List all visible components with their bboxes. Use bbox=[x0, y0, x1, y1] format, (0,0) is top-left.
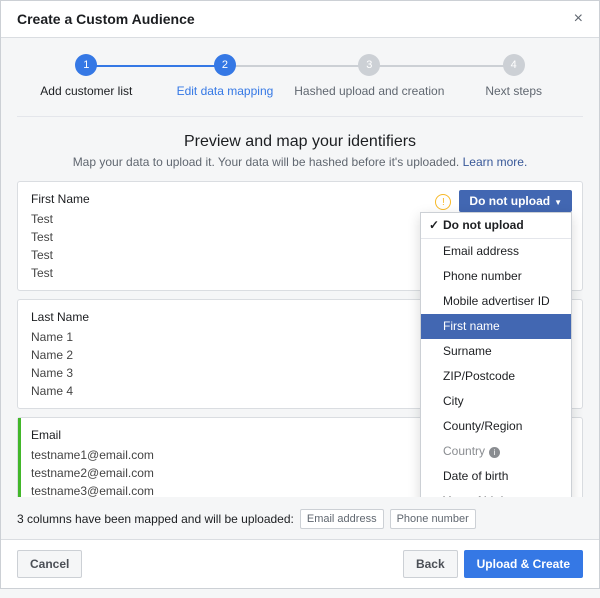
caret-down-icon: ▼ bbox=[554, 198, 562, 207]
step-bubble: 1 bbox=[75, 54, 97, 76]
learn-more-link[interactable]: Learn more. bbox=[463, 155, 528, 169]
preview-value: Test bbox=[31, 264, 415, 282]
footer-right: Back Upload & Create bbox=[403, 550, 583, 578]
step-4[interactable]: 4 Next steps bbox=[444, 54, 583, 98]
cancel-button[interactable]: Cancel bbox=[17, 550, 82, 578]
menu-item[interactable]: Mobile advertiser ID bbox=[421, 289, 571, 314]
menu-item-do-not-upload[interactable]: Do not upload bbox=[421, 213, 571, 238]
menu-item[interactable]: County/Region bbox=[421, 414, 571, 439]
menu-item[interactable]: Email address bbox=[421, 239, 571, 264]
mapped-chip: Phone number bbox=[390, 509, 476, 529]
step-3[interactable]: 3 Hashed upload and creation bbox=[294, 54, 444, 98]
step-bubble: 2 bbox=[214, 54, 236, 76]
step-bubble: 4 bbox=[503, 54, 525, 76]
menu-item[interactable]: Year of birth bbox=[421, 489, 571, 497]
menu-item-country-header: Countryi bbox=[421, 439, 571, 464]
summary-text: 3 columns have been mapped and will be u… bbox=[17, 512, 294, 526]
modal-footer: Cancel Back Upload & Create bbox=[1, 539, 599, 588]
menu-item[interactable]: Phone number bbox=[421, 264, 571, 289]
step-bubble: 3 bbox=[358, 54, 380, 76]
preview-value: Test bbox=[31, 246, 415, 264]
mapped-chip: Email address bbox=[300, 509, 384, 529]
modal: Create a Custom Audience × 1 Add custome… bbox=[0, 0, 600, 589]
identifier-dropdown-menu: Do not upload Email address Phone number… bbox=[420, 212, 572, 497]
back-button[interactable]: Back bbox=[403, 550, 458, 578]
modal-title: Create a Custom Audience bbox=[17, 11, 195, 27]
menu-item[interactable]: ZIP/Postcode bbox=[421, 364, 571, 389]
warning-icon: ! bbox=[435, 194, 451, 210]
step-label: Edit data mapping bbox=[156, 84, 295, 98]
modal-body: 1 Add customer list 2 Edit data mapping … bbox=[1, 38, 599, 539]
menu-item[interactable]: Date of birth bbox=[421, 464, 571, 489]
preview-heading: Preview and map your identifiers Map you… bbox=[17, 133, 583, 169]
step-label: Hashed upload and creation bbox=[294, 84, 444, 98]
preview-title: Preview and map your identifiers bbox=[17, 133, 583, 151]
step-1[interactable]: 1 Add customer list bbox=[17, 54, 156, 98]
preview-subtitle-text: Map your data to upload it. Your data wi… bbox=[73, 155, 463, 169]
step-label: Next steps bbox=[444, 84, 583, 98]
menu-item[interactable]: City bbox=[421, 389, 571, 414]
step-label: Add customer list bbox=[17, 84, 156, 98]
stepper: 1 Add customer list 2 Edit data mapping … bbox=[17, 54, 583, 117]
step-2[interactable]: 2 Edit data mapping bbox=[156, 54, 295, 98]
column-name: First Name bbox=[31, 190, 415, 208]
menu-item-first-name[interactable]: First name bbox=[421, 314, 571, 339]
modal-header: Create a Custom Audience × bbox=[1, 1, 599, 38]
column-card-firstname: First Name Test Test Test Test ! Do not … bbox=[17, 181, 583, 291]
upload-create-button[interactable]: Upload & Create bbox=[464, 550, 583, 578]
preview-value: Test bbox=[31, 210, 415, 228]
menu-item[interactable]: Surname bbox=[421, 339, 571, 364]
preview-subtitle: Map your data to upload it. Your data wi… bbox=[17, 155, 583, 169]
preview-value: Test bbox=[31, 228, 415, 246]
info-icon: i bbox=[489, 447, 500, 458]
dropdown-label: Do not upload bbox=[469, 194, 550, 208]
columns-list: First Name Test Test Test Test ! Do not … bbox=[17, 181, 583, 497]
identifier-dropdown-button[interactable]: Do not upload ▼ bbox=[459, 190, 572, 212]
mapped-summary: 3 columns have been mapped and will be u… bbox=[17, 503, 583, 539]
column-preview: First Name Test Test Test Test bbox=[21, 182, 425, 290]
close-icon[interactable]: × bbox=[574, 11, 583, 27]
